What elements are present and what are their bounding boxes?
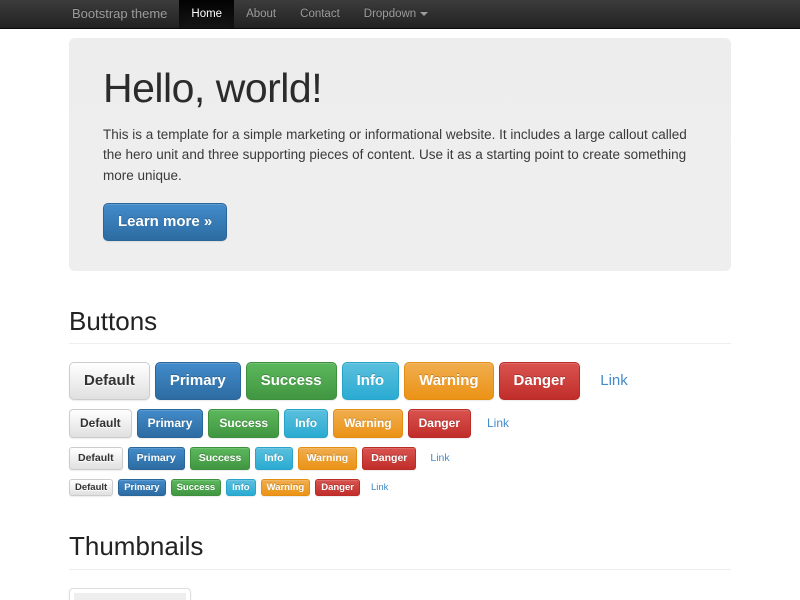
button-info-lg[interactable]: Info: [342, 362, 400, 400]
button-link-lg[interactable]: Link: [585, 362, 643, 400]
nav-item-dropdown[interactable]: Dropdown: [352, 0, 440, 28]
button-primary-xs[interactable]: Primary: [118, 479, 165, 496]
button-info-xs[interactable]: Info: [226, 479, 255, 496]
button-danger-md[interactable]: Danger: [408, 409, 471, 438]
button-success-md[interactable]: Success: [208, 409, 279, 438]
button-default-md[interactable]: Default: [69, 409, 132, 438]
button-link-md[interactable]: Link: [476, 409, 520, 438]
button-warning-sm[interactable]: Warning: [298, 447, 358, 470]
nav-link-about[interactable]: About: [234, 0, 288, 28]
nav-item-about[interactable]: About: [234, 0, 288, 28]
button-danger-sm[interactable]: Danger: [362, 447, 416, 470]
buttons-heading: Buttons: [69, 307, 731, 336]
button-row-xsmall: Default Primary Success Info Warning Dan…: [69, 479, 731, 496]
hero-paragraph: This is a template for a simple marketin…: [103, 125, 697, 186]
button-info-sm[interactable]: Info: [255, 447, 292, 470]
button-default-sm[interactable]: Default: [69, 447, 123, 470]
button-info-md[interactable]: Info: [284, 409, 328, 438]
button-success-sm[interactable]: Success: [190, 447, 251, 470]
page-container: Hello, world! This is a template for a s…: [69, 38, 731, 600]
button-default-xs[interactable]: Default: [69, 479, 113, 496]
button-danger-lg[interactable]: Danger: [499, 362, 581, 400]
button-success-xs[interactable]: Success: [171, 479, 222, 496]
thumbnail-placeholder-image: 200x200: [74, 593, 186, 600]
button-row-large: Default Primary Success Info Warning Dan…: [69, 362, 731, 400]
thumbnails-heading: Thumbnails: [69, 532, 731, 561]
button-row-default: Default Primary Success Info Warning Dan…: [69, 409, 731, 438]
main-navbar: Bootstrap theme Home About Contact Dropd…: [0, 0, 800, 29]
nav-item-home[interactable]: Home: [179, 0, 234, 28]
button-default-lg[interactable]: Default: [69, 362, 150, 400]
buttons-page-header: Buttons: [69, 307, 731, 345]
button-warning-md[interactable]: Warning: [333, 409, 403, 438]
hero-title: Hello, world!: [103, 66, 697, 111]
thumbnails-page-header: Thumbnails: [69, 532, 731, 570]
button-link-sm[interactable]: Link: [421, 447, 458, 470]
learn-more-button[interactable]: Learn more »: [103, 203, 227, 241]
thumbnail-item[interactable]: 200x200: [69, 588, 191, 600]
nav-link-contact[interactable]: Contact: [288, 0, 352, 28]
hero-unit: Hello, world! This is a template for a s…: [69, 38, 731, 271]
navbar-nav: Home About Contact Dropdown: [179, 0, 440, 28]
nav-link-dropdown[interactable]: Dropdown: [352, 0, 440, 28]
button-warning-lg[interactable]: Warning: [404, 362, 493, 400]
button-primary-lg[interactable]: Primary: [155, 362, 241, 400]
button-link-xs[interactable]: Link: [365, 479, 394, 496]
chevron-down-icon: [420, 12, 428, 16]
button-row-small: Default Primary Success Info Warning Dan…: [69, 447, 731, 470]
nav-link-dropdown-label: Dropdown: [364, 6, 416, 22]
button-danger-xs[interactable]: Danger: [315, 479, 360, 496]
navbar-inner: Bootstrap theme Home About Contact Dropd…: [60, 0, 740, 28]
nav-item-contact[interactable]: Contact: [288, 0, 352, 28]
button-primary-sm[interactable]: Primary: [128, 447, 185, 470]
thumbnail-row: 200x200: [69, 588, 731, 600]
nav-link-home[interactable]: Home: [179, 0, 234, 28]
button-primary-md[interactable]: Primary: [137, 409, 204, 438]
navbar-brand[interactable]: Bootstrap theme: [60, 0, 179, 28]
button-warning-xs[interactable]: Warning: [261, 479, 311, 496]
button-success-lg[interactable]: Success: [246, 362, 337, 400]
